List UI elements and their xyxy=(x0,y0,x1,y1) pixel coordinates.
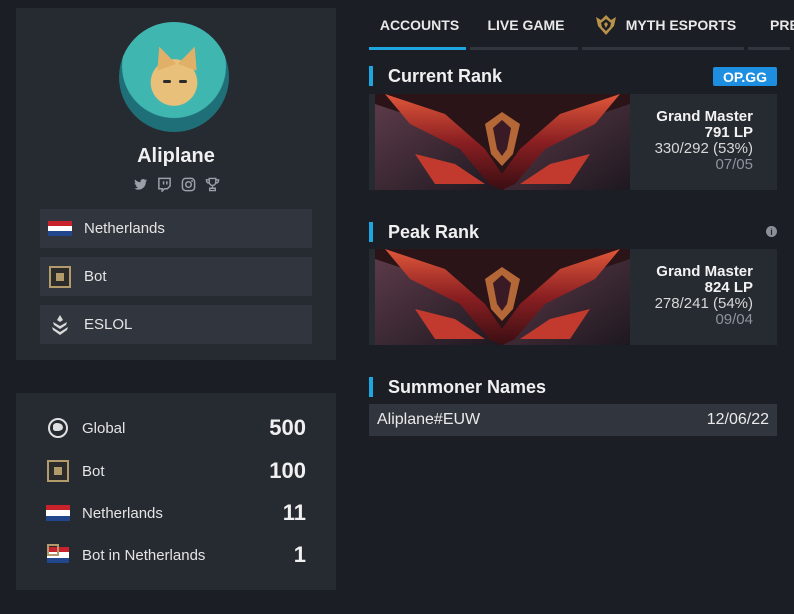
trophy-icon[interactable] xyxy=(204,176,220,192)
ranking-label: Bot xyxy=(82,462,105,480)
rank-date: 09/04 xyxy=(715,311,753,328)
tab-pre[interactable]: PRE xyxy=(748,0,794,50)
summoner-name-date: 12/06/22 xyxy=(706,411,769,428)
current-rank-stats: Grand Master 791 LP 330/292 (53%) 07/05 xyxy=(655,109,753,173)
bot-role-icon xyxy=(48,265,72,288)
country-row[interactable]: Netherlands xyxy=(40,209,312,248)
globe-icon xyxy=(46,417,70,439)
instagram-icon[interactable] xyxy=(180,176,196,192)
role-row[interactable]: Bot xyxy=(40,257,312,296)
summoner-name: Aliplane#EUW xyxy=(377,411,481,428)
ranking-label: Netherlands xyxy=(82,504,163,522)
current-rank-title: Current Rank xyxy=(369,65,502,87)
current-rank-card: Grand Master 791 LP 330/292 (53%) 07/05 xyxy=(369,94,777,190)
ranking-row-country[interactable]: Netherlands 11 xyxy=(46,498,306,528)
rank-lp: 791 LP xyxy=(704,124,753,141)
tab-label: ACCOUNTS xyxy=(379,17,460,33)
social-links xyxy=(16,176,336,192)
ranking-row-global[interactable]: Global 500 xyxy=(46,413,306,443)
team-label: ESLOL xyxy=(84,316,133,333)
tab-label: MYTH ESPORTS xyxy=(625,17,737,33)
tab-accounts[interactable]: ACCOUNTS xyxy=(369,0,470,50)
netherlands-flag-icon xyxy=(46,502,70,524)
tab-myth-esports[interactable]: MYTH ESPORTS xyxy=(582,0,748,50)
bot-role-icon xyxy=(46,460,70,482)
ranking-label: Bot in Netherlands xyxy=(82,546,206,564)
bot-netherlands-icon xyxy=(46,544,70,566)
ranking-row-role-country[interactable]: Bot in Netherlands 1 xyxy=(46,540,306,570)
ranking-value: 500 xyxy=(269,415,306,440)
player-name: Aliplane xyxy=(137,145,215,167)
ranking-label: Global xyxy=(82,419,126,437)
profile-card: Aliplane Netherlands Bot ESLOL xyxy=(16,8,336,360)
rank-date: 07/05 xyxy=(715,156,753,173)
ranking-row-role[interactable]: Bot 100 xyxy=(46,456,306,486)
peak-rank-card: Grand Master 824 LP 278/241 (54%) 09/04 xyxy=(369,249,777,345)
grandmaster-emblem-icon xyxy=(375,94,630,190)
rank-tier: Grand Master xyxy=(656,263,753,280)
peak-rank-stats: Grand Master 824 LP 278/241 (54%) 09/04 xyxy=(655,264,753,328)
ranking-value: 11 xyxy=(282,500,306,525)
myth-esports-icon xyxy=(595,15,616,35)
rank-lp: 824 LP xyxy=(704,279,753,296)
rank-tier: Grand Master xyxy=(656,108,753,125)
rank-record: 278/241 (54%) xyxy=(654,295,753,312)
grandmaster-emblem-icon xyxy=(375,249,630,345)
ranking-value: 100 xyxy=(269,458,306,483)
team-row[interactable]: ESLOL xyxy=(40,305,312,344)
info-icon[interactable]: i xyxy=(766,226,777,237)
ranking-value: 1 xyxy=(293,542,306,567)
summoner-name-row[interactable]: Aliplane#EUW 12/06/22 xyxy=(369,404,777,436)
tab-label: PRE xyxy=(770,17,794,33)
role-label: Bot xyxy=(84,268,107,285)
tab-live-game[interactable]: LIVE GAME xyxy=(470,0,582,50)
eslol-logo-icon xyxy=(48,314,72,336)
twitter-icon[interactable] xyxy=(132,176,148,192)
rank-record: 330/292 (53%) xyxy=(654,140,753,157)
opgg-link-button[interactable]: OP.GG xyxy=(713,67,777,86)
country-label: Netherlands xyxy=(84,220,165,237)
ladder-rankings-panel: Global 500 Bot 100 Netherlands 11 Bot in… xyxy=(16,393,336,590)
peak-rank-title: Peak Rank xyxy=(369,221,479,243)
tab-label: LIVE GAME xyxy=(487,17,565,33)
tab-bar: ACCOUNTS LIVE GAME MYTH ESPORTS PRE xyxy=(369,0,794,50)
avatar xyxy=(119,22,229,132)
twitch-icon[interactable] xyxy=(156,176,172,192)
netherlands-flag-icon xyxy=(48,218,72,240)
summoner-names-title: Summoner Names xyxy=(369,376,546,398)
